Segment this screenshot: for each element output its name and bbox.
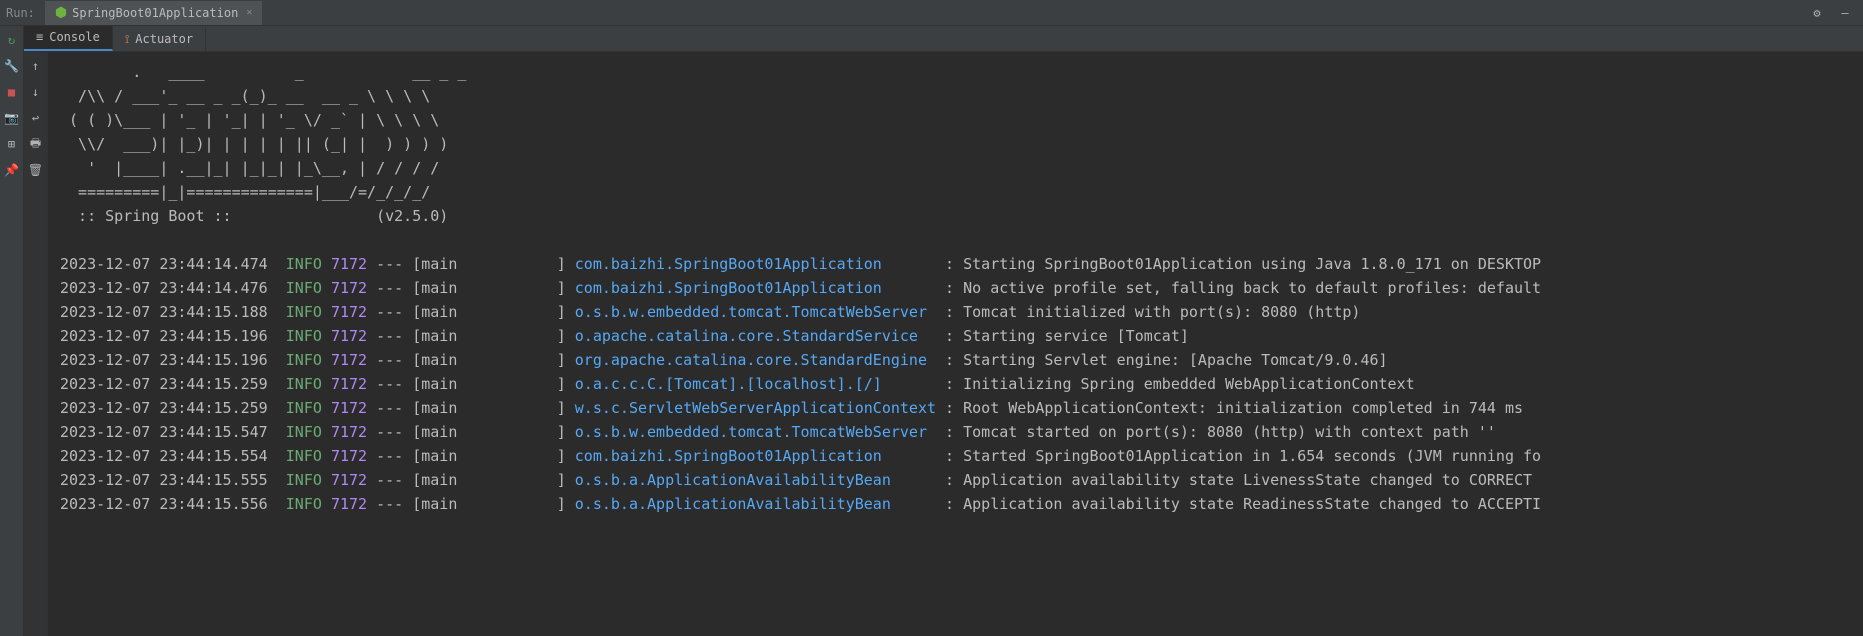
scroll-up-icon[interactable]: ↑ <box>28 58 44 74</box>
soft-wrap-icon[interactable]: ↩ <box>28 110 44 126</box>
console-tabs: ≡ Console ⟟ Actuator <box>24 26 1863 52</box>
actuator-tab[interactable]: ⟟ Actuator <box>113 27 206 51</box>
run-label: Run: <box>6 6 35 20</box>
main-container: ↻ 🔧 ■ 📷 ⊞ 📌 ≡ Console ⟟ Actuator ↑ ↓ ↩ 🖶… <box>0 26 1863 636</box>
stop-icon[interactable]: ■ <box>4 84 20 100</box>
console-output[interactable]: . ____ _ __ _ _ /\\ / ___'_ __ _ _(_)_ _… <box>48 52 1863 636</box>
console-area: ↑ ↓ ↩ 🖶 🗑 . ____ _ __ _ _ /\\ / ___'_ __… <box>24 52 1863 636</box>
spring-boot-icon: ⬢ <box>55 5 67 21</box>
minimize-icon[interactable]: — <box>1837 5 1853 21</box>
run-config-tab[interactable]: ⬢ SpringBoot01Application ✕ <box>45 1 262 25</box>
console-tab-label: Console <box>49 30 100 44</box>
content-area: ≡ Console ⟟ Actuator ↑ ↓ ↩ 🖶 🗑 . ____ _ … <box>24 26 1863 636</box>
top-right-icons: ⚙ — <box>1809 5 1863 21</box>
console-toolbar: ↑ ↓ ↩ 🖶 🗑 <box>24 52 48 636</box>
camera-icon[interactable]: 📷 <box>4 110 20 126</box>
actuator-tab-icon: ⟟ <box>125 32 129 47</box>
rerun-icon[interactable]: ↻ <box>4 32 20 48</box>
scroll-down-icon[interactable]: ↓ <box>28 84 44 100</box>
delete-icon[interactable]: 🗑 <box>28 162 44 178</box>
run-config-name: SpringBoot01Application <box>72 6 238 20</box>
pin-icon[interactable]: 📌 <box>4 162 20 178</box>
console-tab[interactable]: ≡ Console <box>24 26 113 51</box>
console-tab-icon: ≡ <box>36 30 43 44</box>
hammer-icon[interactable]: 🔧 <box>4 58 20 74</box>
gear-icon[interactable]: ⚙ <box>1809 5 1825 21</box>
print-icon[interactable]: 🖶 <box>28 136 44 152</box>
actuator-tab-label: Actuator <box>135 32 193 46</box>
run-toolbar: ↻ 🔧 ■ 📷 ⊞ 📌 <box>0 26 24 636</box>
layout-icon[interactable]: ⊞ <box>4 136 20 152</box>
top-bar: Run: ⬢ SpringBoot01Application ✕ ⚙ — <box>0 0 1863 26</box>
close-icon[interactable]: ✕ <box>246 7 252 18</box>
